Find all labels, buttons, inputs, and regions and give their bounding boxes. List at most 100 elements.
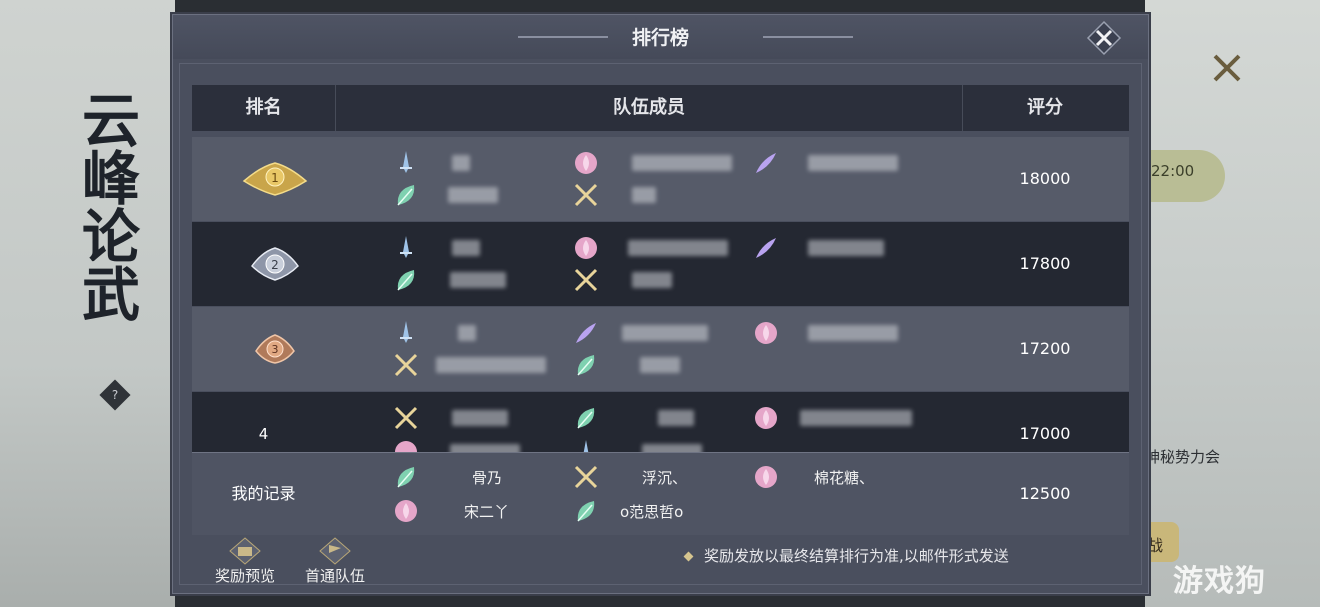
feather-class-icon (756, 153, 776, 173)
member-slot (752, 147, 932, 179)
member-slot (572, 436, 752, 452)
leaf-class-icon (397, 467, 415, 488)
background-right: 22:00 神秘势力会 战 游戏狗 (1145, 0, 1320, 607)
title-ornament-right (763, 36, 853, 38)
time-badge-text: 22:00 (1151, 162, 1195, 180)
rank-cell: 3 (192, 307, 335, 391)
score-cell: 18000 (1019, 169, 1071, 188)
gold-medal-icon: 1 (242, 162, 308, 196)
member-slot (572, 147, 752, 179)
panel-title: 排行榜 (631, 27, 689, 49)
title-bar: 排行榜 (173, 15, 1148, 59)
brush-class-icon (574, 465, 598, 489)
reward-preview-label: 奖励预览 (214, 567, 275, 585)
treasure-chest-icon (229, 537, 261, 565)
member-slot (392, 147, 572, 179)
member-slot: 棉花糖、 (752, 461, 932, 493)
brush-class-icon (394, 406, 418, 430)
column-header-rank: 排名 (245, 97, 282, 118)
background-left: 云峰论武 ? (0, 0, 175, 607)
table-header: 排名 队伍成员 评分 (192, 85, 1129, 131)
leaderboard-frame: 排名 队伍成员 评分 1 18000 2 17800 3 17200 4 170… (179, 63, 1142, 585)
member-slot: 宋二丫 (392, 495, 572, 527)
leaderboard-panel: 排行榜 排名 队伍成员 评分 1 18000 2 17800 3 17200 4… (172, 14, 1149, 594)
reward-notice-text: 奖励发放以最终结算排行为准,以邮件形式发送 (704, 547, 1009, 565)
side-button-label: 战 (1147, 536, 1164, 555)
member-slot (392, 436, 572, 452)
rank-cell: 1 (192, 137, 335, 221)
brush-class-icon (574, 183, 598, 207)
member-name: 棉花糖、 (814, 469, 875, 487)
watermark: 游戏狗 (1173, 564, 1266, 599)
table-row[interactable]: 2 17800 (192, 222, 1129, 306)
member-slot (572, 317, 752, 349)
help-icon: ? (111, 388, 119, 402)
brush-class-icon (394, 353, 418, 377)
svg-text:2: 2 (271, 258, 279, 272)
member-slot: 骨乃 (392, 461, 572, 493)
column-header-members: 队伍成员 (335, 85, 963, 131)
sword-class-icon (583, 440, 589, 452)
my-record-score: 12500 (1019, 484, 1071, 503)
lotus-class-icon (575, 237, 597, 259)
sword-class-icon (400, 236, 412, 258)
member-slot (392, 317, 572, 349)
score-cell: 17000 (1019, 424, 1071, 443)
leaf-class-icon (397, 185, 415, 206)
side-text: 神秘势力会 (1145, 448, 1221, 466)
rank-number: 4 (258, 425, 269, 443)
member-slot: 浮沉、 (572, 461, 752, 493)
member-slot (392, 349, 572, 381)
member-slot (392, 402, 572, 434)
member-slot (392, 264, 572, 296)
table-row[interactable]: 4 17000 (192, 392, 1129, 452)
first-clear-team-button[interactable]: 首通队伍 (295, 537, 375, 587)
score-cell: 17800 (1019, 254, 1071, 273)
leaf-class-icon (577, 355, 595, 376)
lotus-class-icon (395, 441, 417, 452)
member-name: o范思哲o (620, 503, 684, 521)
member-slot (572, 402, 752, 434)
close-button[interactable] (1086, 20, 1122, 56)
brush-class-icon (574, 268, 598, 292)
table-row[interactable]: 3 17200 (192, 307, 1129, 391)
member-slot (752, 402, 932, 434)
member-name: 骨乃 (472, 469, 503, 487)
sword-class-icon (400, 151, 412, 173)
member-slot (572, 349, 752, 381)
my-record-row[interactable]: 我的记录 骨乃 宋二丫 浮沉、 o范思哲o 棉花糖、 12500 (192, 452, 1129, 535)
svg-text:1: 1 (271, 171, 279, 185)
lotus-class-icon (755, 322, 777, 344)
score-cell: 17200 (1019, 339, 1071, 358)
my-record-label: 我的记录 (231, 484, 296, 503)
rank-cell: 4 (192, 392, 335, 452)
member-name: 宋二丫 (464, 503, 510, 521)
leaf-class-icon (577, 501, 595, 522)
help-button[interactable]: ? (99, 379, 131, 411)
event-title-calligraphy: 云峰论武 (72, 90, 140, 322)
feather-class-icon (756, 238, 776, 258)
table-row[interactable]: 1 18000 (192, 137, 1129, 221)
sword-class-icon (400, 321, 412, 343)
diamond-icon (683, 551, 694, 562)
flag-icon (319, 537, 351, 565)
svg-text:3: 3 (272, 343, 279, 356)
leaf-class-icon (397, 270, 415, 291)
lotus-class-icon (755, 466, 777, 488)
lotus-class-icon (575, 152, 597, 174)
member-slot: o范思哲o (572, 495, 752, 527)
column-header-score: 评分 (1027, 97, 1063, 118)
member-slot (392, 179, 572, 211)
member-slot (752, 232, 932, 264)
member-slot (572, 232, 752, 264)
lotus-class-icon (395, 500, 417, 522)
time-badge: 22:00 (1145, 150, 1225, 202)
member-slot (752, 317, 932, 349)
bronze-medal-icon: 3 (255, 334, 295, 364)
reward-preview-button[interactable]: 奖励预览 (205, 537, 285, 587)
leaf-class-icon (577, 408, 595, 429)
member-name: 浮沉、 (642, 469, 688, 487)
member-slot (392, 232, 572, 264)
rank-cell: 2 (192, 222, 335, 306)
lotus-class-icon (755, 407, 777, 429)
